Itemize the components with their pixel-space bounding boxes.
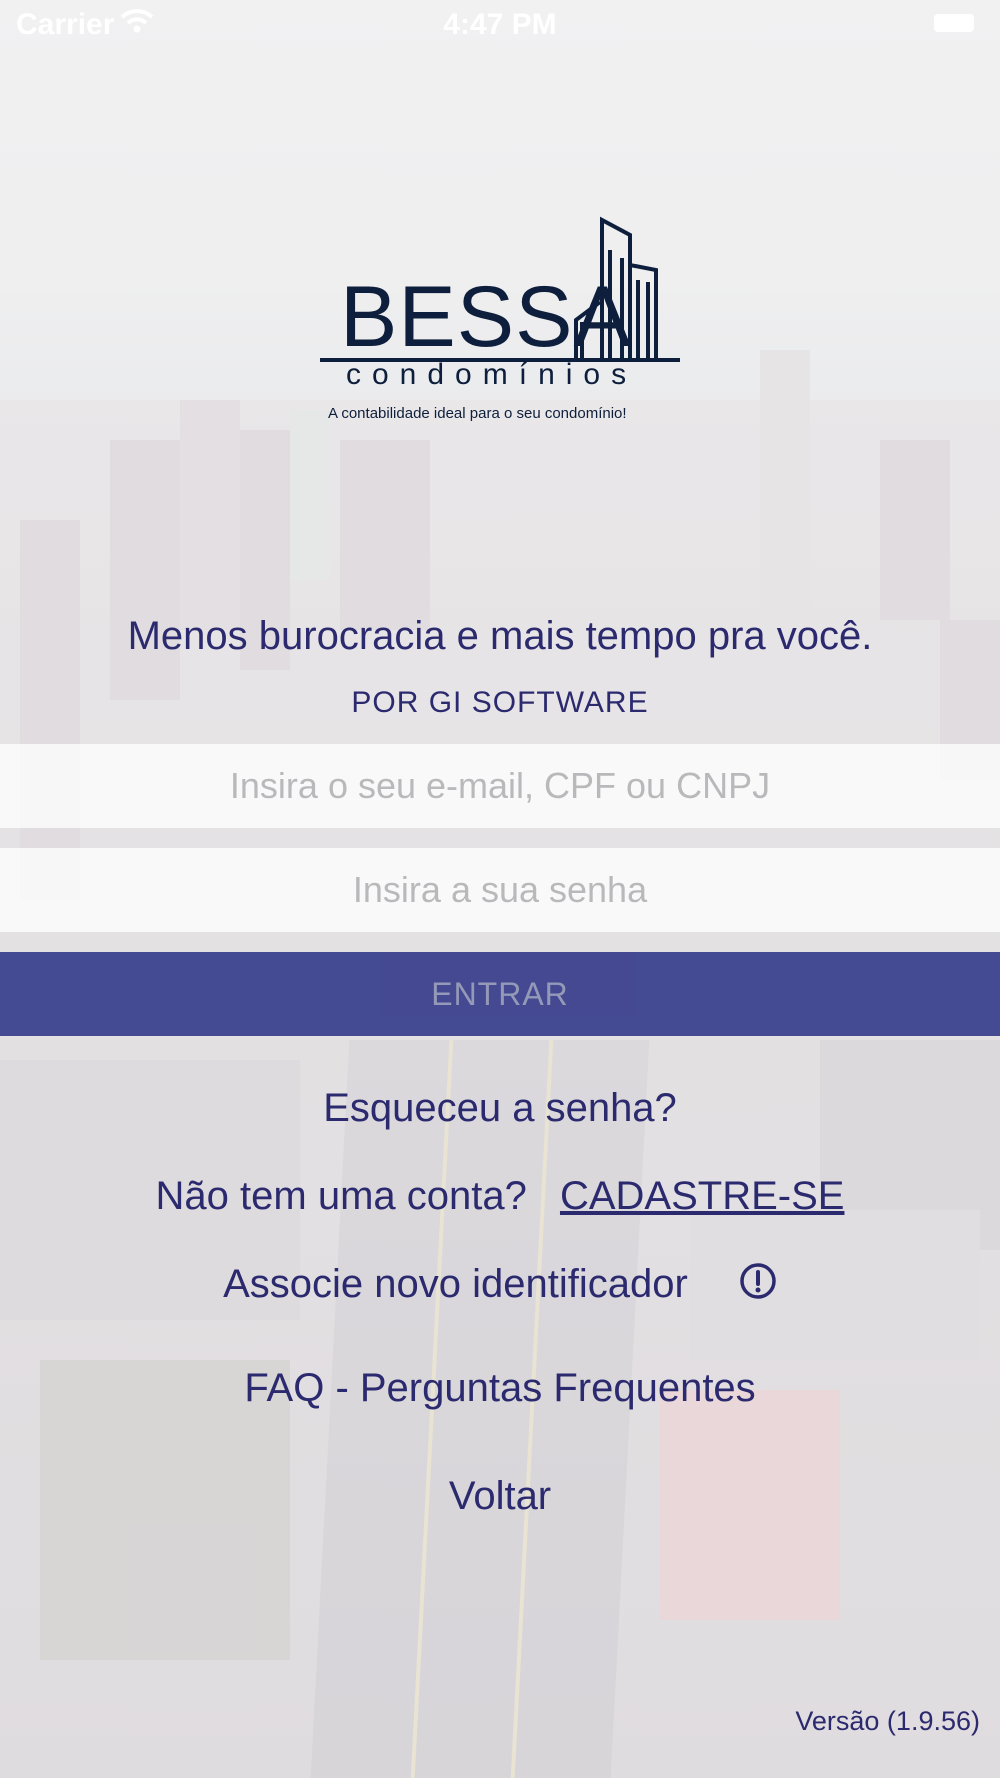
signup-link[interactable]: CADASTRE-SE (560, 1174, 845, 1218)
app-version: Versão (1.9.56) (795, 1706, 980, 1736)
password-input[interactable] (0, 848, 1000, 932)
status-time: 4:47 PM (443, 8, 557, 41)
bessa-logo: BESSA condomínios A contabilidade ideal … (300, 210, 700, 430)
info-icon[interactable] (739, 1262, 777, 1310)
logo-subword: condomínios (346, 358, 638, 391)
back-link[interactable]: Voltar (0, 1474, 1000, 1519)
forgot-password-link[interactable]: Esqueceu a senha? (0, 1086, 1000, 1131)
signup-question: Não tem uma conta? (155, 1174, 527, 1218)
slogan: Menos burocracia e mais tempo pra você. (127, 614, 873, 658)
byline: POR GI SOFTWARE (351, 686, 649, 719)
logo-tagline: A contabilidade ideal para o seu condomí… (328, 405, 627, 422)
password-field-container (0, 848, 1000, 932)
associate-identifier-row: Associe novo identificador (0, 1262, 1000, 1310)
logo-wordmark: BESSA (340, 269, 632, 365)
login-button-label: ENTRAR (431, 975, 569, 1012)
associate-identifier-link[interactable]: Associe novo identificador (223, 1262, 688, 1306)
login-button[interactable]: ENTRAR (0, 952, 1000, 1036)
status-bar: Carrier 4:47 PM (0, 0, 1000, 48)
email-field-container (0, 744, 1000, 828)
battery-icon (934, 14, 974, 32)
faq-link[interactable]: FAQ - Perguntas Frequentes (0, 1366, 1000, 1411)
signup-row: Não tem uma conta? CADASTRE-SE (0, 1174, 1000, 1219)
email-input[interactable] (0, 744, 1000, 828)
